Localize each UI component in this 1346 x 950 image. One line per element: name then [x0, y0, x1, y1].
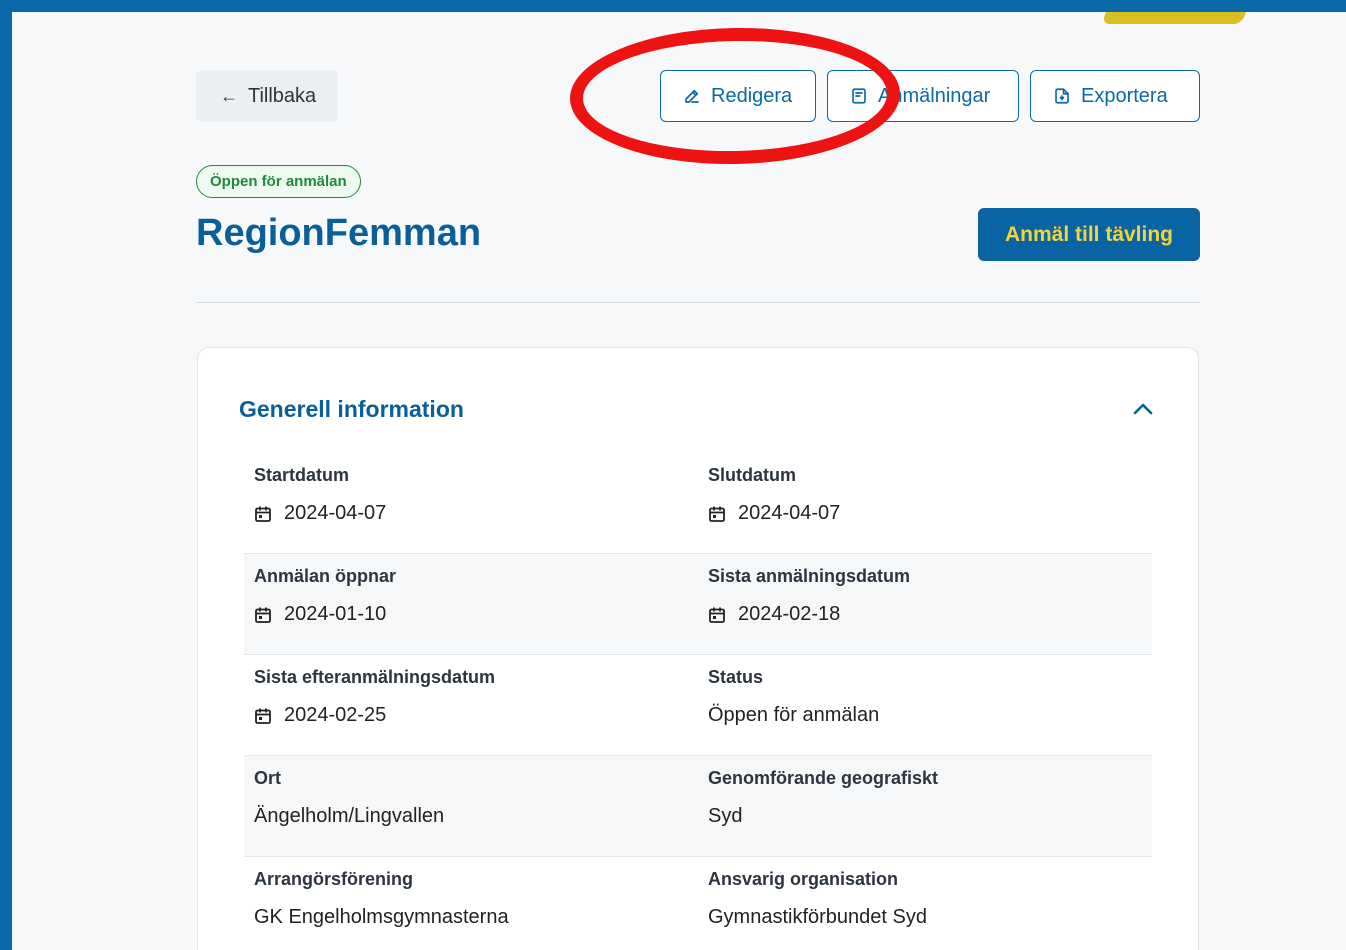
info-label: Status [708, 667, 764, 687]
general-info-title: Generell information [239, 396, 464, 422]
info-value-text: Gymnastikförbundet Syd [708, 906, 927, 928]
info-value-text: 2024-02-25 [284, 704, 387, 726]
calendar-icon [709, 506, 725, 522]
info-value: Öppen för anmälan [708, 704, 1142, 727]
info-value: 2024-04-07 [254, 502, 688, 525]
info-label: Slutdatum [708, 465, 796, 485]
info-cell-status: Status Öppen för anmälan [698, 655, 1152, 755]
info-label: Startdatum [254, 465, 350, 485]
info-value-text: Syd [708, 805, 743, 827]
info-value: 2024-04-07 [708, 502, 1142, 525]
calendar-icon [255, 506, 271, 522]
info-cell-region: Genomförande geografiskt Syd [698, 756, 1152, 856]
info-row: Sista efteranmälningsdatum 2024-02-25 St… [244, 655, 1152, 756]
header-divider [196, 302, 1200, 303]
back-button[interactable]: ← Tillbaka [196, 70, 338, 122]
brand-accent-shape [1101, 12, 1251, 24]
edit-button[interactable]: Redigera [660, 70, 816, 122]
info-value: Syd [708, 805, 1142, 828]
pencil-edit-icon [685, 89, 699, 103]
info-value: GK Engelholmsgymnasterna [254, 906, 688, 929]
file-export-icon [1055, 88, 1069, 104]
info-label: Sista anmälningsdatum [708, 566, 911, 586]
info-cell-end-date: Slutdatum 2024-04-07 [698, 453, 1152, 553]
document-list-icon [852, 88, 866, 104]
info-label: Genomförande geografiskt [708, 768, 939, 788]
info-value: 2024-01-10 [254, 603, 688, 626]
status-badge: Öppen för anmälan [196, 165, 361, 198]
info-row: Ort Ängelholm/Lingvallen Genomförande ge… [244, 756, 1152, 857]
info-value-text: Ängelholm/Lingvallen [254, 805, 445, 827]
arrow-left-icon: ← [220, 85, 238, 106]
info-grid: Startdatum 2024-04-07 Slutdatum 2024-04-… [244, 453, 1152, 950]
export-button-label: Exportera [1081, 84, 1168, 107]
info-value-text: 2024-02-18 [738, 603, 841, 625]
chevron-up-icon[interactable] [1132, 401, 1154, 417]
info-value: 2024-02-25 [254, 704, 688, 727]
info-cell-organizer-club: Arrangörsförening GK Engelholmsgymnaster… [244, 857, 698, 950]
info-cell-late-registration-date: Sista efteranmälningsdatum 2024-02-25 [244, 655, 698, 755]
export-button[interactable]: Exportera [1030, 70, 1200, 122]
page: ← Tillbaka Redigera Anmälningar Exporter… [12, 12, 1346, 950]
info-cell-responsible-org: Ansvarig organisation Gymnastikförbundet… [698, 857, 1152, 950]
signup-competition-button[interactable]: Anmäl till tävling [978, 208, 1200, 261]
info-value-text: 2024-01-10 [284, 603, 387, 625]
calendar-icon [255, 607, 271, 623]
info-value: Ängelholm/Lingvallen [254, 805, 688, 828]
info-value: Gymnastikförbundet Syd [708, 906, 1142, 929]
registrations-button-label: Anmälningar [878, 84, 991, 107]
info-value-text: GK Engelholmsgymnasterna [254, 906, 509, 928]
info-label: Anmälan öppnar [254, 566, 397, 586]
registrations-button[interactable]: Anmälningar [827, 70, 1019, 122]
info-value-text: 2024-04-07 [738, 502, 841, 524]
info-value-text: 2024-04-07 [284, 502, 387, 524]
calendar-icon [709, 607, 725, 623]
page-title: RegionFemman [196, 212, 482, 254]
info-label: Arrangörsförening [254, 869, 414, 889]
info-value-text: Öppen för anmälan [708, 704, 880, 726]
edit-button-label: Redigera [711, 84, 793, 107]
info-label: Sista efteranmälningsdatum [254, 667, 496, 687]
general-info-card: Generell information Startdatum 2024-04-… [197, 347, 1199, 950]
calendar-icon [255, 708, 271, 724]
back-button-label: Tillbaka [248, 84, 317, 107]
info-row: Arrangörsförening GK Engelholmsgymnaster… [244, 857, 1152, 950]
info-cell-location: Ort Ängelholm/Lingvallen [244, 756, 698, 856]
info-row: Anmälan öppnar 2024-01-10 Sista anmälnin… [244, 554, 1152, 655]
info-value: 2024-02-18 [708, 603, 1142, 626]
info-cell-last-registration-date: Sista anmälningsdatum 2024-02-18 [698, 554, 1152, 654]
info-cell-registration-opens: Anmälan öppnar 2024-01-10 [244, 554, 698, 654]
info-cell-start-date: Startdatum 2024-04-07 [244, 453, 698, 553]
info-row: Startdatum 2024-04-07 Slutdatum 2024-04-… [244, 453, 1152, 554]
info-label: Ort [254, 768, 281, 788]
info-label: Ansvarig organisation [708, 869, 899, 889]
